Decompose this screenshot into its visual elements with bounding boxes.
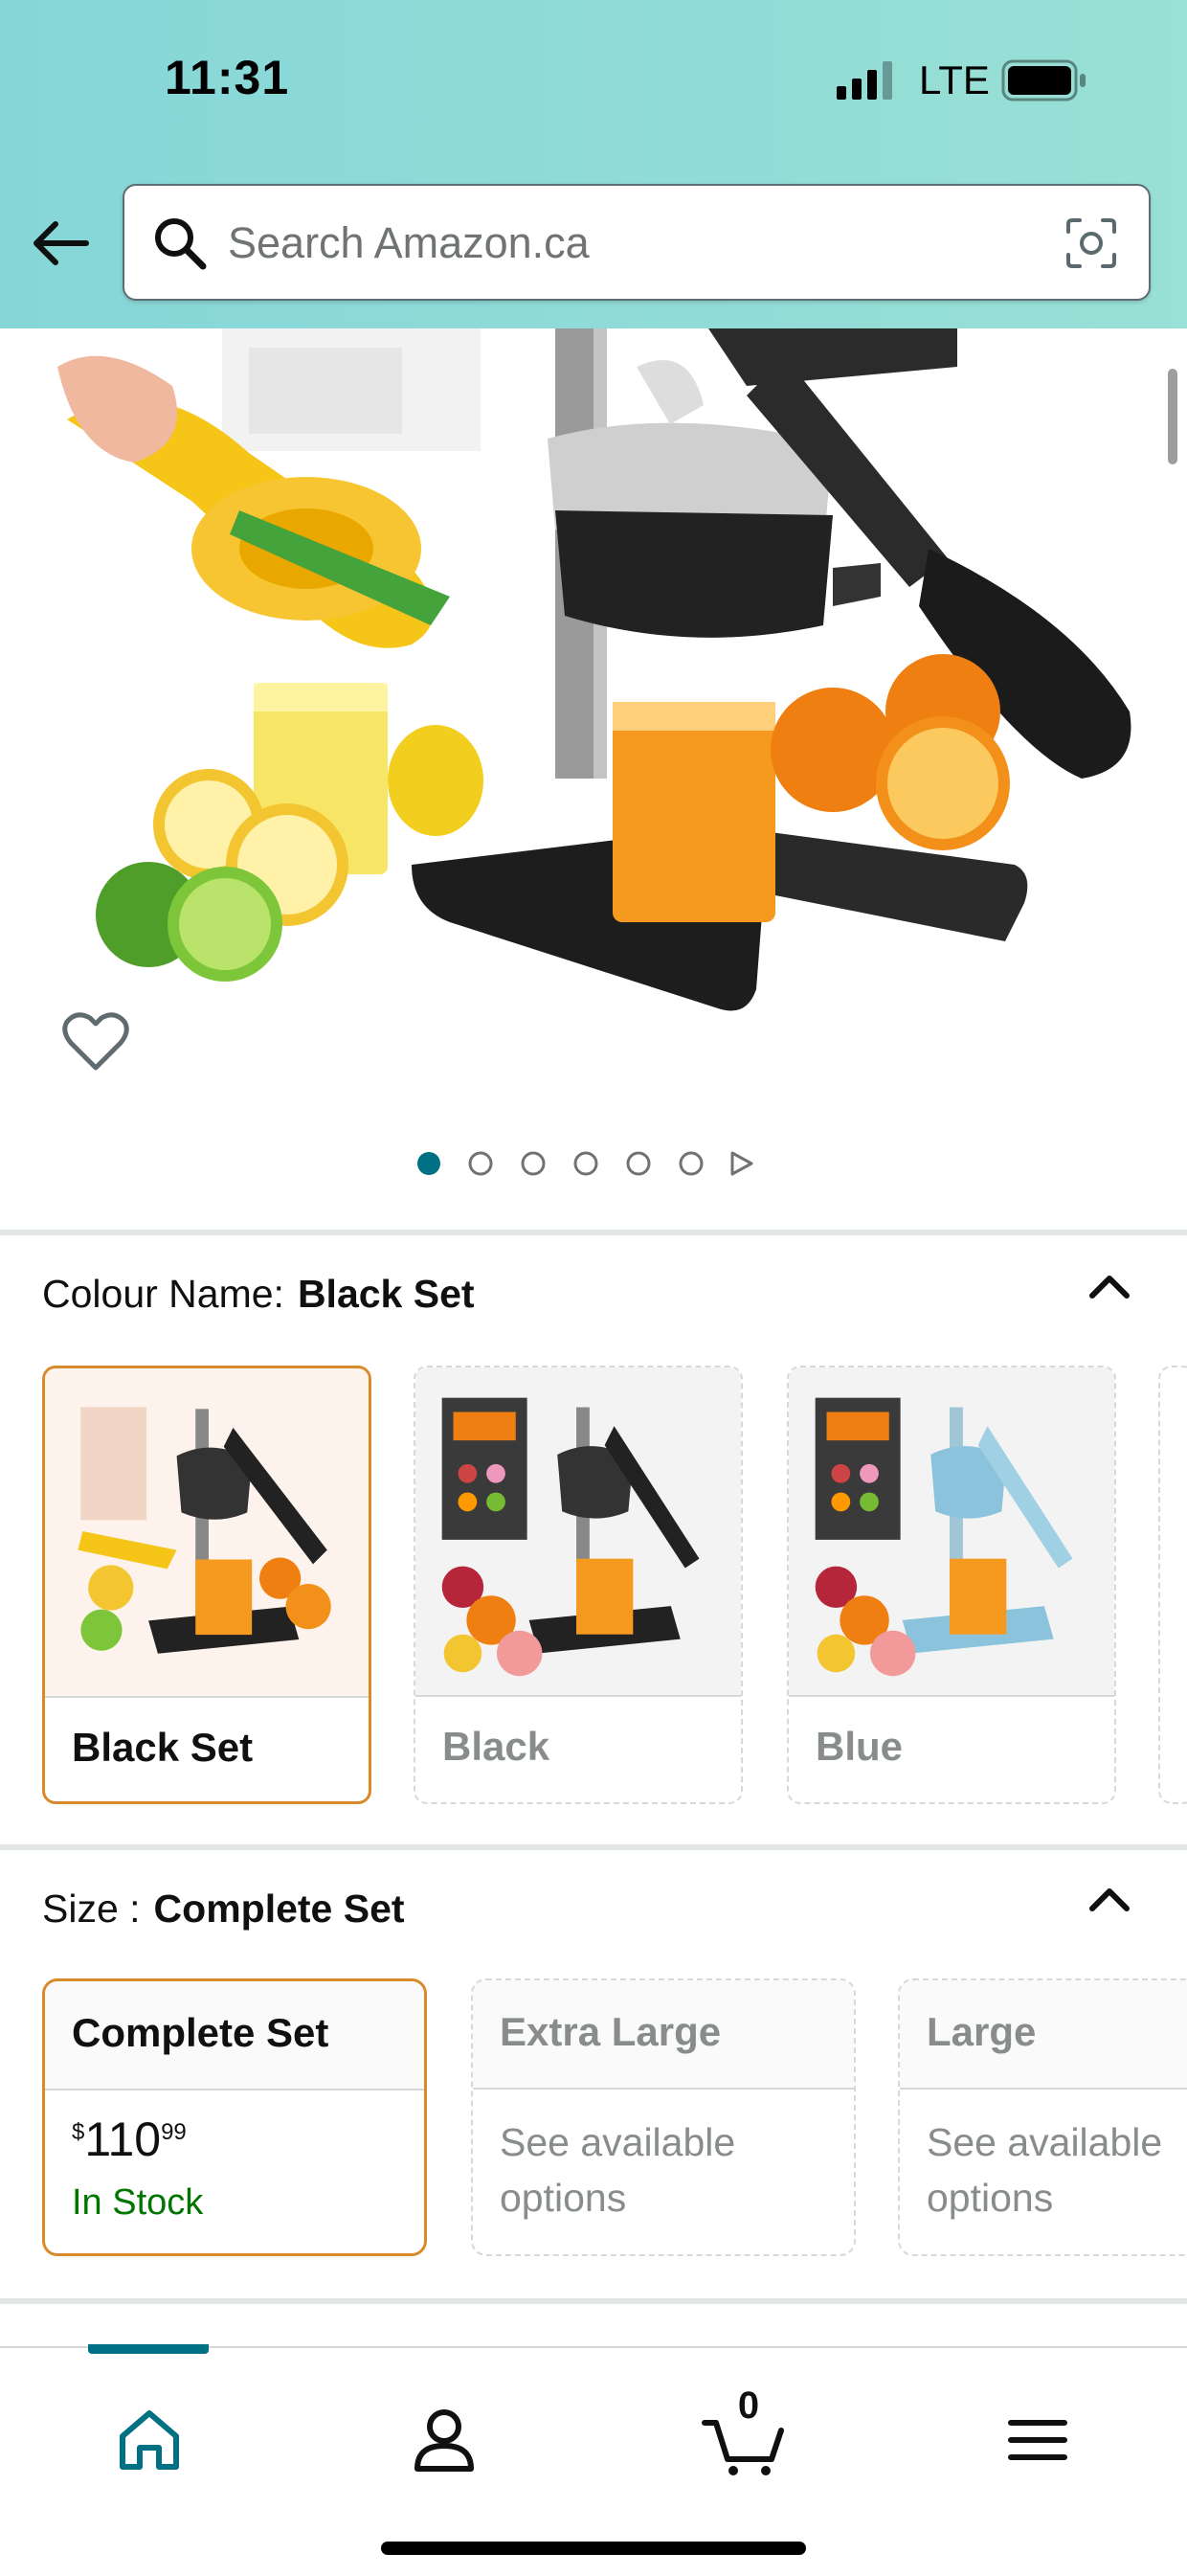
colour-option-name: Blue (816, 1724, 904, 1769)
search-bar[interactable] (123, 184, 1151, 301)
camera-scan-icon[interactable] (1063, 215, 1120, 272)
active-tab-indicator (88, 2344, 209, 2354)
size-option-header: Complete Set (45, 1981, 424, 2090)
top-header: 11:31 LTE (0, 0, 1187, 328)
size-label: Size : Complete Set (42, 1887, 405, 1932)
size-option-header: Extra Large (473, 1980, 854, 2090)
price-currency: $ (72, 2119, 85, 2145)
size-label-text: Size : (42, 1887, 141, 1931)
wishlist-heart-icon[interactable] (61, 1010, 130, 1073)
size-option-name: Complete Set (72, 2010, 329, 2055)
size-option-name: Extra Large (500, 2009, 722, 2054)
status-time: 11:31 (165, 51, 290, 104)
colour-option-name: Black Set (72, 1725, 254, 1770)
product-image[interactable] (0, 328, 1187, 1095)
availability-status: In Stock (72, 2182, 204, 2223)
home-indicator (381, 2542, 806, 2555)
colour-label-text: Colour Name: (42, 1272, 284, 1316)
bottom-navigation: 0 (0, 2344, 1187, 2576)
size-option-complete-set[interactable]: Complete Set $11099 In Stock (42, 1978, 427, 2256)
colour-thumbnail (45, 1368, 369, 1696)
swatch-divider (789, 1695, 1114, 1697)
account-icon[interactable] (406, 2402, 482, 2478)
size-option-large[interactable]: Large See available options (898, 1978, 1187, 2256)
cart-icon[interactable] (701, 2402, 787, 2478)
swatch-divider (45, 1696, 369, 1698)
colour-option-name: Black (442, 1724, 550, 1769)
back-arrow-icon[interactable] (29, 215, 96, 272)
collapse-size-chevron-icon[interactable] (1087, 1885, 1131, 1913)
network-type: LTE (919, 57, 990, 102)
see-available-options: See available options (927, 2120, 1163, 2220)
search-input[interactable] (226, 209, 996, 278)
swatch-divider (415, 1695, 741, 1697)
gallery-scrollbar[interactable] (1168, 369, 1177, 464)
colour-thumbnail (415, 1367, 741, 1695)
battery-icon (1001, 59, 1086, 102)
gallery-pagination[interactable] (414, 1144, 758, 1183)
product-image-gallery[interactable] (0, 328, 1187, 1229)
colour-option-black[interactable]: Black (414, 1366, 743, 1804)
section-divider (0, 2298, 1187, 2304)
search-icon (155, 218, 207, 270)
home-icon[interactable] (111, 2402, 188, 2478)
colour-option-black-set[interactable]: Black Set (42, 1366, 371, 1804)
size-option-name: Large (927, 2009, 1037, 2054)
cell-signal-icon (837, 61, 892, 100)
price-whole: 110 (84, 2113, 162, 2166)
size-option-price: $11099 (72, 2112, 187, 2167)
size-option-extra-large[interactable]: Extra Large See available options (471, 1978, 856, 2256)
collapse-colour-chevron-icon[interactable] (1087, 1272, 1131, 1300)
colour-option-more[interactable] (1158, 1366, 1187, 1804)
colour-label: Colour Name: Black Set (42, 1272, 475, 1317)
colour-thumbnail (789, 1367, 1114, 1695)
section-divider (0, 1230, 1187, 1235)
size-selected-value: Complete Set (153, 1887, 405, 1931)
section-divider (0, 1844, 1187, 1850)
colour-selected-value: Black Set (297, 1272, 475, 1316)
colour-option-blue[interactable]: Blue (787, 1366, 1116, 1804)
size-option-header: Large (900, 1980, 1187, 2090)
see-available-options: See available options (500, 2120, 736, 2220)
price-fraction: 99 (161, 2119, 187, 2145)
menu-icon[interactable] (999, 2402, 1076, 2478)
